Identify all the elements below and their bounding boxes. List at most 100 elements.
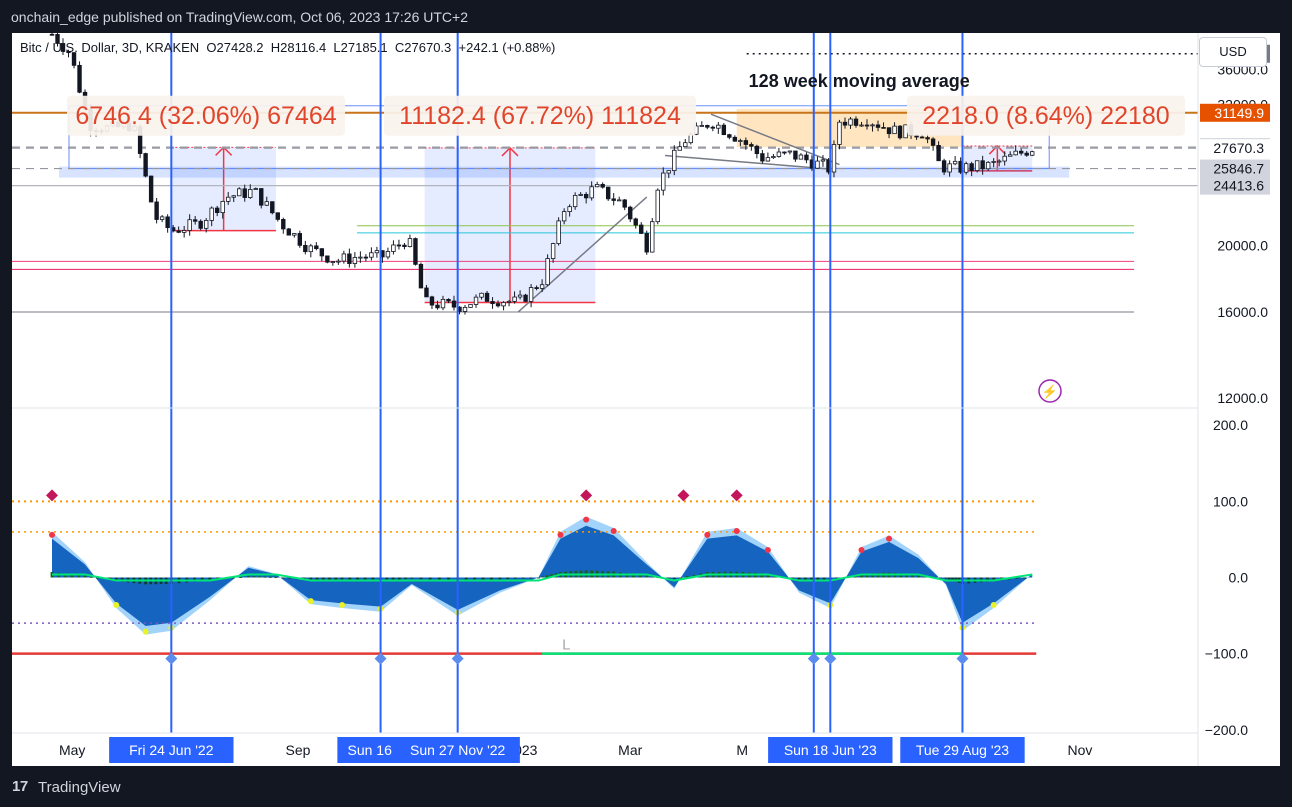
candle-body [198,220,203,229]
candle-body [804,154,809,161]
candle-body [435,304,440,309]
oscillator-tick-3: −100.0 [1205,646,1248,662]
symbol-fragment-b: / U.S. Dollar, 3D, KRAKEN [45,40,200,55]
oscillator-dot [49,531,55,538]
candle-body [49,33,55,36]
candle-body [798,154,804,160]
candle-body [446,298,451,302]
candle-body [793,150,798,160]
oscillator-dot [557,531,564,538]
time-label-1: Sep [286,742,311,758]
candle-body [639,224,644,234]
oscillator-dot [886,535,893,542]
time-label-0: May [59,742,85,758]
candle-body [215,207,220,214]
candle-body [539,284,545,289]
tradingview-logo-icon[interactable]: 17 [12,778,28,795]
candle-body [479,292,484,298]
candle-body [705,125,710,128]
candle-body [864,124,870,127]
time-label-5: Nov [1067,742,1092,758]
candle-body [727,134,732,138]
candle-body [303,244,308,253]
candle-body [1007,154,1013,157]
candle-body [622,199,627,208]
candle-body [617,199,622,202]
candle-body [853,118,859,126]
candle-body [336,260,341,263]
symbol-fragment-a: Bitc [20,40,42,55]
candle-body [583,193,589,199]
candle-body [815,160,820,169]
candle-body [495,303,501,307]
oscillator-dot [733,528,740,535]
candle-body [550,243,556,259]
candle-body [209,207,214,221]
ma-128-week-label: 128 week moving average [749,71,970,91]
candle-body [919,136,925,139]
candle-body [561,211,567,222]
candle-body [534,287,539,289]
candle-body [473,296,479,305]
oscillator-histogram-bar [252,576,256,578]
oscillator-dot [764,547,771,554]
candle-body [644,233,649,253]
oscillator-histogram-bar [419,577,423,580]
candle-body [148,175,154,203]
candle-body [325,255,330,263]
oscillator-histogram-bar [404,577,407,580]
oscillator-marker-label: L [562,637,570,654]
candle-body [969,163,974,171]
measure-label-1: 6746.4 (32.06%) 67464 [75,102,336,130]
oscillator-histogram-bar [258,576,261,578]
candle-body [352,257,358,264]
candle-body [512,296,517,302]
candle-body [556,220,561,244]
chart-frame[interactable]: L 128 week moving average 6746.4 (32.06%)… [12,33,1280,766]
oscillator-histogram-bar [1023,577,1026,579]
ohlc-open: O27428.2 [206,40,264,55]
oscillator-dot [858,547,865,554]
oscillator-histogram-bar [498,577,502,580]
candle-body [292,233,297,236]
ohlc-high: H28116.4 [270,40,327,55]
oscillator-tick-1: 100.0 [1213,493,1248,509]
lightning-glyph: ⚡ [1042,384,1058,400]
currency-button[interactable]: USD [1199,37,1267,67]
chart-background [12,33,1280,766]
oscillator-histogram-bar [410,577,414,579]
candle-body [661,172,666,191]
oscillator-tick-4: −200.0 [1205,722,1248,738]
price-chart[interactable]: L 128 week moving average 6746.4 (32.06%)… [12,33,1280,766]
candle-body [391,244,396,252]
candle-body [605,186,611,200]
candle-body [633,218,638,226]
candle-body [738,140,743,142]
date-badge-4: Sun 18 Jun '23 [784,742,877,758]
candle-body [903,124,908,139]
price-tag-3: 27670.3 [1213,140,1264,156]
ohlc-close: C27670.3 [394,40,452,55]
candle-body [732,136,738,142]
oscillator-histogram-bar [521,577,525,579]
oscillator-histogram-bar [83,575,87,578]
oscillator-tick-2: 0.0 [1229,570,1249,586]
candle-body [760,153,765,162]
candle-body [165,216,170,229]
oscillator-histogram-bar [513,577,517,579]
candle-body [886,127,892,135]
candle-body [528,287,534,302]
candle-body [248,189,253,198]
candle-body [1024,152,1029,156]
candle-body [242,188,247,198]
candle-body [892,125,897,135]
candle-body [341,253,347,262]
candle-body [545,258,550,286]
candle-body [159,216,165,220]
candle-body [963,163,969,173]
candle-body [875,124,881,128]
candle-body [1002,155,1007,162]
tradingview-brand[interactable]: TradingView [38,779,121,796]
candle-body [947,163,952,173]
candle-body [650,221,655,253]
